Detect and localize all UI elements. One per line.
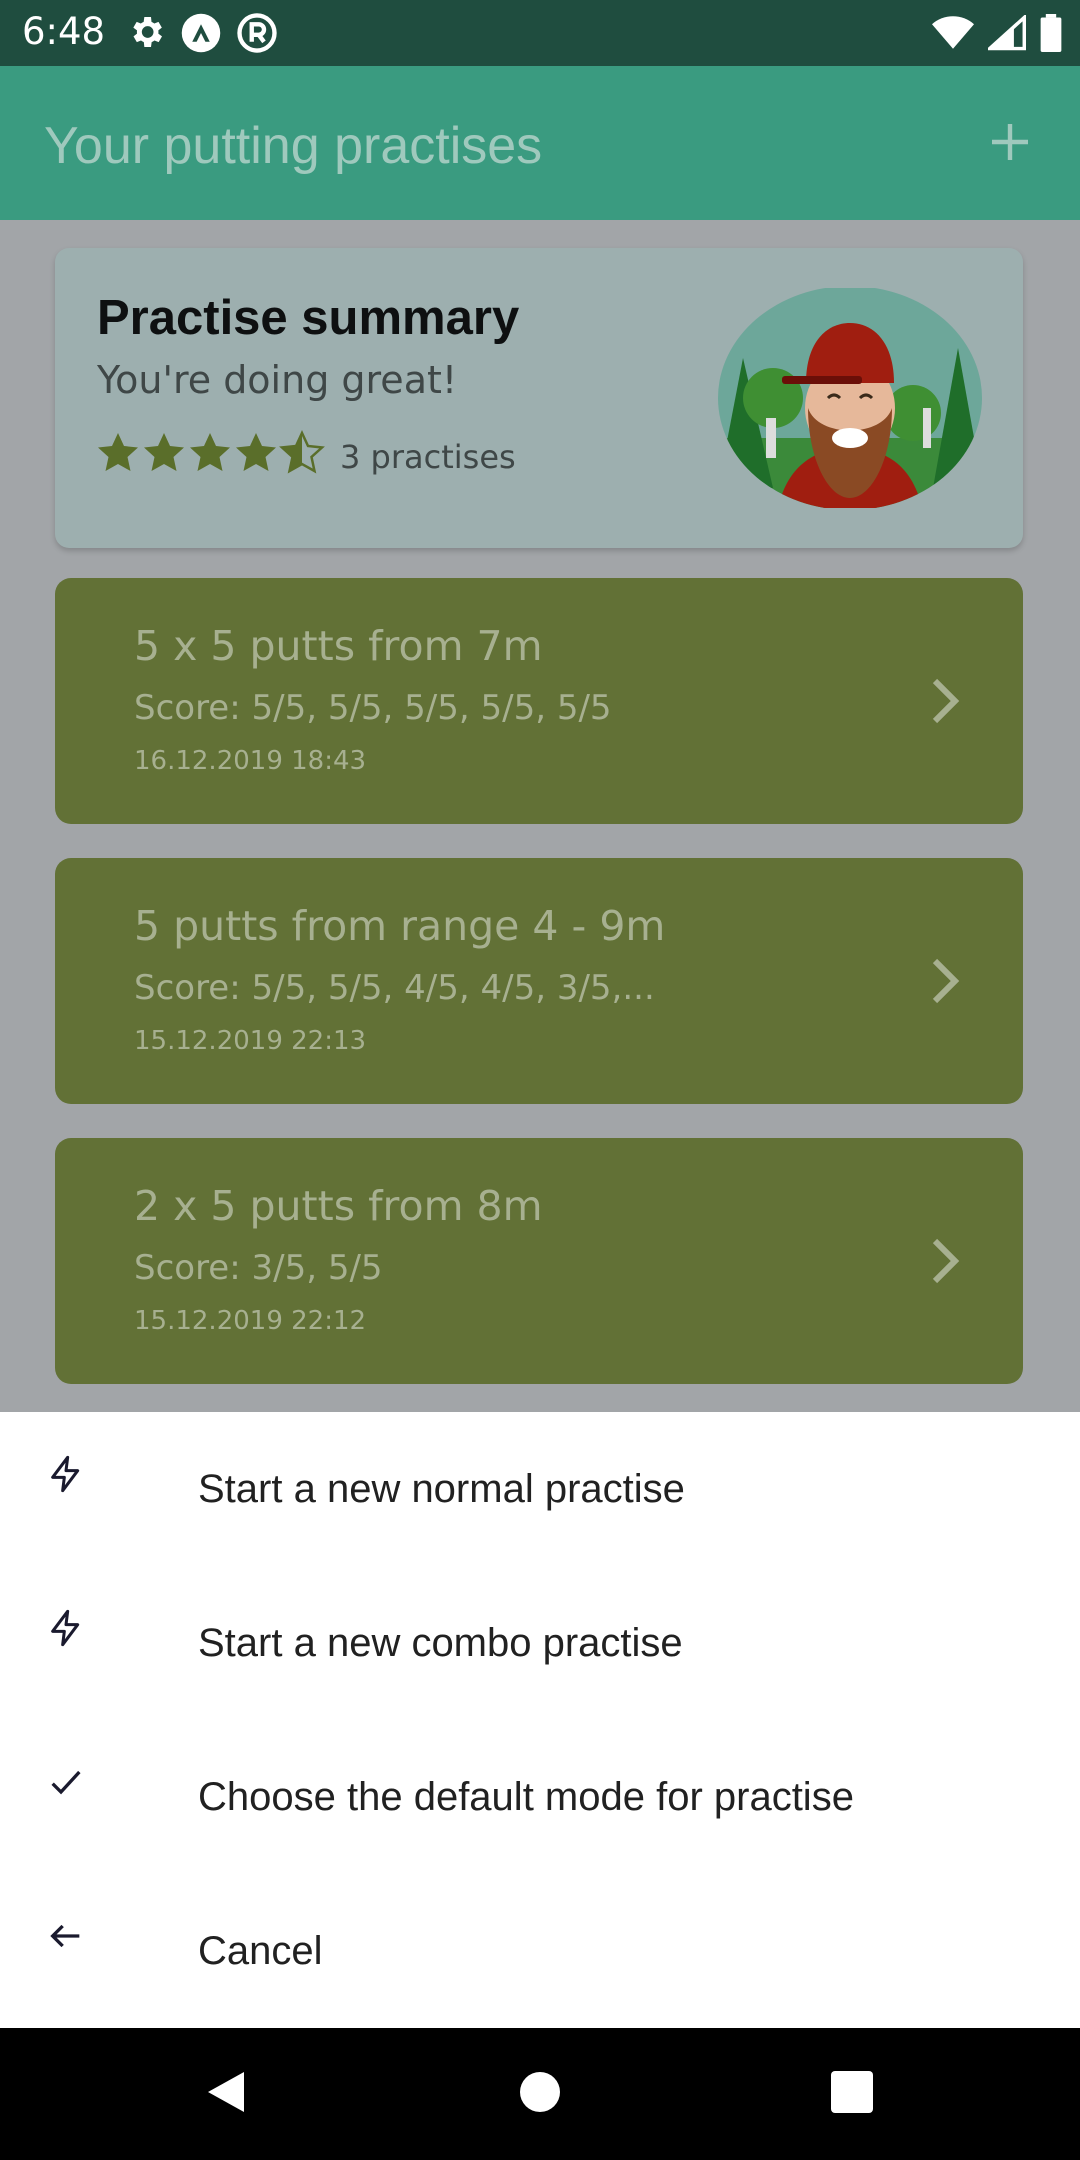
arrow-left-icon — [46, 1916, 86, 1956]
page-title: Your putting practises — [44, 117, 543, 175]
chevron-right-icon — [925, 955, 965, 1011]
practise-card[interactable]: 5 x 5 putts from 7m Score: 5/5, 5/5, 5/5… — [55, 578, 1023, 824]
practise-title: 5 putts from range 4 - 9m — [134, 902, 666, 950]
start-normal-practise-item[interactable]: Start a new normal practise — [0, 1412, 1080, 1566]
practise-score: Score: 5/5, 5/5, 5/5, 5/5, 5/5 — [134, 688, 612, 728]
back-button[interactable] — [190, 2058, 262, 2130]
checkmark-icon — [46, 1762, 86, 1802]
practise-date: 15.12.2019 22:13 — [134, 1026, 367, 1056]
bottom-sheet: Start a new normal practise Start a new … — [0, 1412, 1080, 2028]
sheet-item-label: Choose the default mode for practise — [198, 1775, 854, 1819]
summary-subtitle: You're doing great! — [97, 358, 458, 402]
plus-icon — [986, 118, 1034, 170]
sheet-item-label: Cancel — [198, 1929, 323, 1973]
home-icon — [518, 2070, 562, 2118]
status-icons-left — [126, 12, 278, 58]
app-r-icon — [236, 12, 278, 58]
wifi-icon — [932, 15, 974, 55]
app-bar: Your putting practises — [0, 66, 1080, 220]
signal-icon — [985, 13, 1026, 55]
battery-icon — [1040, 14, 1062, 56]
chevron-right-icon — [925, 675, 965, 731]
sheet-item-label: Start a new combo practise — [198, 1621, 683, 1665]
system-nav-bar — [0, 2028, 1080, 2160]
player-avatar — [718, 288, 983, 508]
summary-title: Practise summary — [97, 291, 520, 345]
gear-icon — [126, 12, 166, 58]
status-time: 6:48 — [22, 10, 106, 53]
app-a-icon — [180, 12, 222, 58]
add-practise-button[interactable] — [974, 108, 1046, 180]
chevron-right-icon — [925, 1235, 965, 1291]
practise-count: 3 practises — [340, 438, 516, 476]
practise-date: 15.12.2019 22:12 — [134, 1306, 367, 1336]
cancel-item[interactable]: Cancel — [0, 1874, 1080, 2028]
practise-list: Practise summary You're doing great! 3 p… — [0, 220, 1080, 1412]
start-combo-practise-item[interactable]: Start a new combo practise — [0, 1566, 1080, 1720]
practise-title: 2 x 5 putts from 8m — [134, 1182, 543, 1230]
practise-score: Score: 5/5, 5/5, 4/5, 4/5, 3/5,... — [134, 968, 655, 1008]
sheet-item-label: Start a new normal practise — [198, 1467, 685, 1511]
practise-date: 16.12.2019 18:43 — [134, 746, 367, 776]
home-button[interactable] — [504, 2058, 576, 2130]
practise-score: Score: 3/5, 5/5 — [134, 1248, 383, 1288]
rating-stars — [95, 430, 331, 478]
practise-card[interactable]: 2 x 5 putts from 8m Score: 3/5, 5/5 15.1… — [55, 1138, 1023, 1384]
choose-default-mode-item[interactable]: Choose the default mode for practise — [0, 1720, 1080, 1874]
recents-button[interactable] — [816, 2058, 888, 2130]
back-icon — [204, 2068, 248, 2120]
practise-title: 5 x 5 putts from 7m — [134, 622, 543, 670]
recents-icon — [831, 2071, 873, 2117]
lightning-icon — [46, 1454, 86, 1494]
practise-card[interactable]: 5 putts from range 4 - 9m Score: 5/5, 5/… — [55, 858, 1023, 1104]
summary-card[interactable]: Practise summary You're doing great! 3 p… — [55, 248, 1023, 548]
status-bar: 6:48 — [0, 0, 1080, 66]
lightning-icon — [46, 1608, 86, 1648]
status-icons-right — [932, 13, 1062, 56]
